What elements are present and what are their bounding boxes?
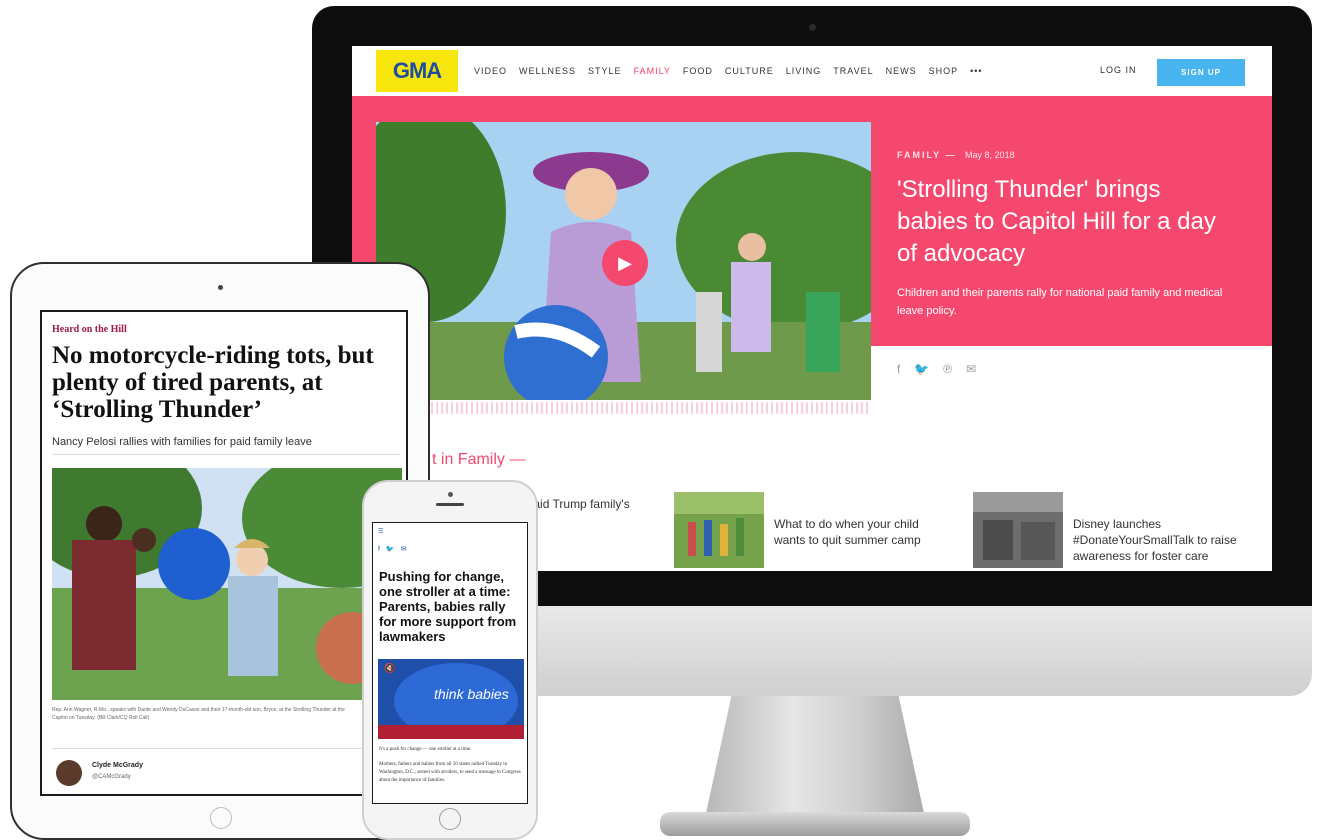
- twitter-icon[interactable]: 🐦: [386, 546, 397, 553]
- nav-item-video[interactable]: VIDEO: [474, 66, 507, 76]
- author-handle[interactable]: @CAMcGrady: [92, 774, 131, 780]
- nav-item-wellness[interactable]: WELLNESS: [519, 66, 576, 76]
- nav-item-news[interactable]: NEWS: [886, 66, 917, 76]
- phone-photo-image: think babies 🔇: [378, 659, 524, 739]
- phone-home-button: [439, 808, 461, 830]
- phone-top-bar: ☰: [378, 528, 383, 535]
- gma-logo[interactable]: GMA: [376, 50, 458, 92]
- story-card[interactable]: Disney launches #DonateYourSmallTalk to …: [973, 492, 1248, 568]
- phone-photo: think babies 🔇: [378, 659, 524, 739]
- facebook-icon[interactable]: f: [897, 362, 900, 376]
- monitor-stand-base: [660, 812, 970, 836]
- next-in-family-heading: t in Family —: [432, 451, 526, 468]
- twitter-icon[interactable]: 🐦: [914, 362, 929, 376]
- balloon-text: think babies: [434, 686, 509, 702]
- nav-item-shop[interactable]: SHOP: [929, 66, 959, 76]
- phone-camera: [448, 492, 453, 497]
- pinterest-icon[interactable]: ℗: [943, 362, 952, 376]
- article-dek: Nancy Pelosi rallies with families for p…: [52, 436, 312, 448]
- hero-video[interactable]: ▶: [376, 122, 871, 400]
- article-photo-image: [52, 468, 402, 700]
- phone-paragraph: Mothers, fathers and babies from all 50 …: [379, 762, 521, 783]
- tablet-home-button: [210, 807, 232, 829]
- article-kicker[interactable]: Heard on the Hill: [52, 324, 127, 335]
- article-headline: No motorcycle-riding tots, but plenty of…: [52, 342, 374, 423]
- hero-kicker-label[interactable]: FAMILY: [897, 150, 941, 160]
- signup-button[interactable]: SIGN UP: [1157, 59, 1245, 86]
- avatar[interactable]: [56, 760, 82, 786]
- tablet-camera: [218, 285, 223, 290]
- nav-item-culture[interactable]: CULTURE: [725, 66, 774, 76]
- article-photo: [52, 468, 402, 700]
- story-card[interactable]: What to do when your child wants to quit…: [674, 492, 949, 568]
- author-name[interactable]: Clyde McGrady: [92, 762, 143, 769]
- phone-paragraph: It's a push for change — one stroller at…: [379, 747, 472, 752]
- dotted-divider: [376, 402, 871, 414]
- email-icon[interactable]: ✉: [401, 546, 409, 553]
- hero-kicker-separator: —: [945, 150, 957, 160]
- phone-screen: ☰ f 🐦 ✉ Pushing for change, one stroller…: [372, 522, 528, 804]
- nav-item-style[interactable]: STYLE: [588, 66, 622, 76]
- phone-device: ☰ f 🐦 ✉ Pushing for change, one stroller…: [362, 480, 538, 840]
- nav-more-button[interactable]: •••: [970, 66, 982, 76]
- login-link[interactable]: LOG IN: [1100, 65, 1137, 75]
- nav-item-family[interactable]: FAMILY: [634, 66, 671, 76]
- hero-headline[interactable]: 'Strolling Thunder' brings babies to Cap…: [897, 174, 1227, 270]
- nav-item-living[interactable]: LIVING: [786, 66, 822, 76]
- divider: [52, 748, 400, 749]
- phone-headline: Pushing for change, one stroller at a ti…: [379, 569, 517, 644]
- gma-header: GMA VIDEO WELLNESS STYLE FAMILY FOOD CUL…: [352, 46, 1272, 96]
- story-card-title: What to do when your child wants to quit…: [774, 517, 921, 547]
- phone-speaker: [436, 503, 464, 506]
- nav-item-food[interactable]: FOOD: [683, 66, 713, 76]
- facebook-icon[interactable]: f: [378, 546, 382, 553]
- hero-kicker: FAMILY — May 8, 2018: [897, 150, 1015, 160]
- hero-dek: Children and their parents rally for nat…: [897, 287, 1223, 317]
- gma-nav: VIDEO WELLNESS STYLE FAMILY FOOD CULTURE…: [474, 66, 983, 76]
- monitor-camera: [809, 24, 816, 31]
- story-card-thumbnail: [973, 492, 1063, 568]
- mute-icon[interactable]: 🔇: [384, 662, 395, 673]
- monitor-stand: [705, 696, 925, 818]
- gma-logo-text: GMA: [392, 58, 442, 83]
- play-icon[interactable]: ▶: [602, 240, 648, 286]
- story-card-title: Disney launches #DonateYourSmallTalk to …: [1073, 517, 1237, 563]
- tablet-screen: Heard on the Hill No motorcycle-riding t…: [40, 310, 408, 796]
- photo-caption: Rep. Ann Wagner, R-Mo., speaks with Dant…: [52, 707, 345, 721]
- share-bar: f 🐦 ℗ ✉: [897, 362, 976, 376]
- menu-icon[interactable]: ☰: [378, 529, 383, 535]
- hero-date: May 8, 2018: [965, 150, 1015, 160]
- email-icon[interactable]: ✉: [966, 362, 976, 376]
- story-card-thumbnail: [674, 492, 764, 568]
- divider: [52, 454, 400, 455]
- nav-item-travel[interactable]: TRAVEL: [833, 66, 873, 76]
- phone-share-bar: f 🐦 ✉: [378, 545, 408, 553]
